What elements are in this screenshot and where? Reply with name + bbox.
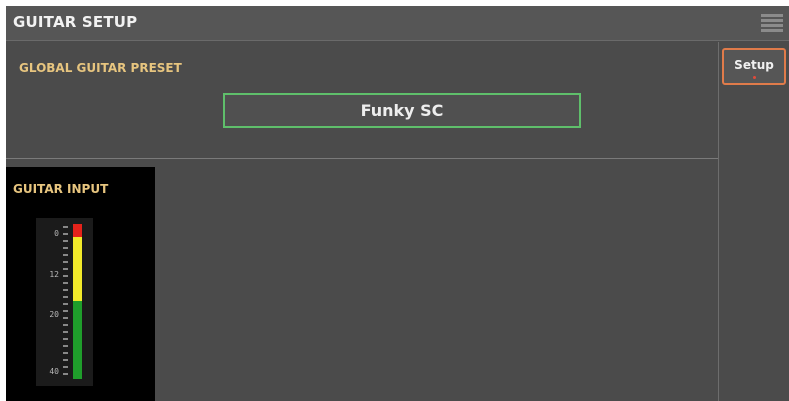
tab-setup-label: Setup — [734, 58, 774, 72]
global-guitar-preset-label: GLOBAL GUITAR PRESET — [19, 61, 182, 75]
meter-tick — [63, 310, 68, 312]
menu-line — [761, 24, 783, 27]
tab-setup[interactable]: Setup — [722, 48, 786, 85]
meter-tick — [63, 303, 68, 305]
meter-tick — [63, 373, 68, 375]
meter-tick — [63, 282, 68, 284]
meter-green-segment — [73, 301, 82, 379]
meter-tick — [63, 338, 68, 340]
section-divider — [6, 158, 718, 159]
meter-tick — [63, 268, 68, 270]
meter-tick — [63, 240, 68, 242]
active-indicator-dot — [753, 76, 756, 79]
meter-scale-0: 0 — [54, 229, 59, 238]
guitar-input-panel: GUITAR INPUT 0 12 20 40 — [6, 167, 155, 401]
menu-line — [761, 14, 783, 17]
guitar-input-label: GUITAR INPUT — [13, 182, 109, 196]
meter-tick — [63, 254, 68, 256]
meter-tick — [63, 247, 68, 249]
meter-tick — [63, 352, 68, 354]
meter-tick — [63, 226, 68, 228]
meter-scale-20: 20 — [49, 310, 59, 319]
meter-tick — [63, 261, 68, 263]
title-bar: GUITAR SETUP — [6, 6, 789, 41]
meter-tick — [63, 317, 68, 319]
meter-tick — [63, 331, 68, 333]
menu-line — [761, 19, 783, 22]
meter-tick — [63, 296, 68, 298]
page-title: GUITAR SETUP — [13, 13, 138, 31]
meter-tick — [63, 233, 68, 235]
meter-tick — [63, 324, 68, 326]
meter-scale-40: 40 — [49, 367, 59, 376]
meter-tick — [63, 275, 68, 277]
meter-tick — [63, 345, 68, 347]
meter-tick — [63, 366, 68, 368]
meter-level-bar — [73, 224, 82, 379]
input-level-meter: 0 12 20 40 — [36, 218, 93, 386]
menu-lines-icon[interactable] — [761, 14, 783, 32]
meter-red-segment — [73, 224, 82, 237]
meter-tick — [63, 359, 68, 361]
global-guitar-preset-selector[interactable]: Funky SC — [223, 93, 581, 128]
meter-scale-12: 12 — [49, 270, 59, 279]
meter-yellow-segment — [73, 237, 82, 301]
sidebar: Setup — [719, 42, 789, 401]
meter-tick — [63, 289, 68, 291]
menu-line — [761, 29, 783, 32]
guitar-setup-screen: GUITAR SETUP GLOBAL GUITAR PRESET Funky … — [6, 6, 789, 401]
